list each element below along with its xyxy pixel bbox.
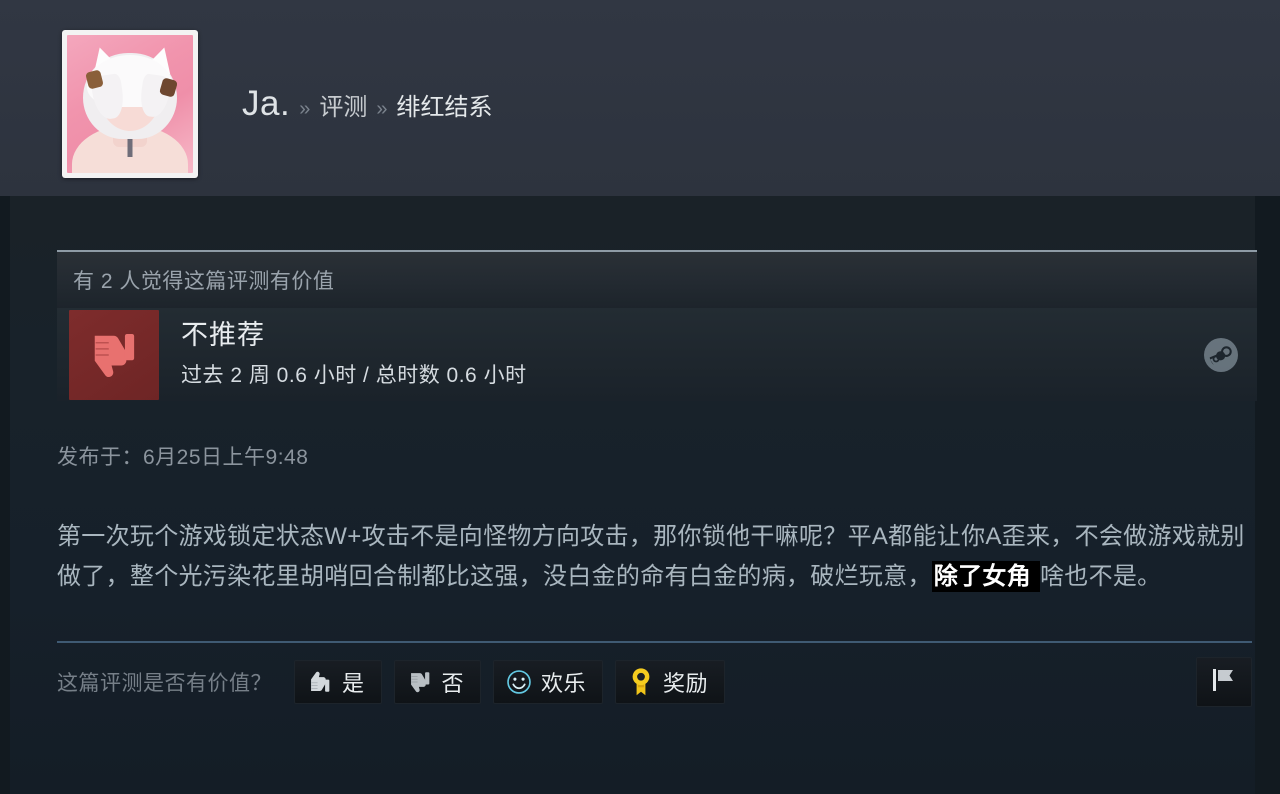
award-label: 奖励: [663, 671, 709, 696]
award-button[interactable]: 奖励: [615, 660, 726, 704]
vote-down-button[interactable]: 否: [393, 660, 482, 704]
funny-label: 欢乐: [541, 671, 587, 696]
thumbs-up-icon: [307, 669, 333, 695]
breadcrumb: Ja. » 评测 » 绯红结系: [242, 84, 492, 124]
breadcrumb-username[interactable]: Ja.: [242, 84, 290, 124]
vote-up-button[interactable]: 是: [294, 660, 382, 704]
breadcrumb-separator-1: »: [299, 98, 311, 120]
report-button[interactable]: [1196, 657, 1252, 707]
content-column: 有 2 人觉得这篇评测有价值 不推荐 过去 2 周 0.6 小时 / 总时数 0…: [10, 196, 1257, 794]
helpful-question: 这篇评测是否有价值？: [57, 672, 272, 695]
vote-up-label: 是: [342, 671, 365, 696]
funny-button[interactable]: 欢乐: [493, 660, 604, 704]
smiley-face-icon: [506, 669, 532, 695]
avatar[interactable]: [62, 30, 198, 178]
avatar-image: [67, 35, 193, 173]
playtime-label: 过去 2 周 0.6 小时 / 总时数 0.6 小时: [181, 364, 527, 388]
vote-down-label: 否: [441, 671, 465, 696]
helpfulness-bar: 有 2 人觉得这篇评测有价值: [57, 250, 1257, 308]
steam-review-page: Ja. » 评测 » 绯红结系 有 2 人觉得这篇评测有价值 不推荐 过去 2 …: [0, 0, 1280, 794]
review-card: 有 2 人觉得这篇评测有价值 不推荐 过去 2 周 0.6 小时 / 总时数 0…: [57, 250, 1257, 707]
header-inner: Ja. » 评测 » 绯红结系: [62, 30, 492, 178]
flag-icon: [1210, 667, 1238, 698]
profile-header: Ja. » 评测 » 绯红结系: [0, 0, 1280, 196]
breadcrumb-separator-2: »: [376, 98, 388, 120]
award-medal-icon: [628, 667, 654, 697]
page-body: 有 2 人觉得这篇评测有价值 不推荐 过去 2 周 0.6 小时 / 总时数 0…: [0, 196, 1280, 794]
helpfulness-text: 有 2 人觉得这篇评测有价值: [73, 270, 335, 293]
review-body-part-2: 啥也不是。: [1039, 563, 1162, 590]
steam-logo-icon: [1203, 337, 1239, 373]
review-verdict-row: 不推荐 过去 2 周 0.6 小时 / 总时数 0.6 小时: [57, 308, 1257, 401]
thumbs-down-icon: [69, 309, 159, 400]
review-body: 第一次玩个游戏锁定状态W+攻击不是向怪物方向攻击，那你锁他干嘛呢？平A都能让你A…: [57, 517, 1252, 597]
review-footer: 这篇评测是否有价值？ 是 否 欢乐 奖励: [57, 641, 1252, 707]
thumbs-down-icon: [407, 669, 433, 695]
verdict-label: 不推荐: [181, 319, 265, 350]
verdict-texts: 不推荐 过去 2 周 0.6 小时 / 总时数 0.6 小时: [181, 320, 527, 389]
breadcrumb-reviews[interactable]: 评测: [319, 87, 367, 122]
review-body-highlight: 除了女角: [931, 561, 1040, 592]
breadcrumb-game-title[interactable]: 绯红结系: [396, 87, 492, 122]
posted-date: 发布于：6月25日上午9:48: [57, 446, 309, 469]
